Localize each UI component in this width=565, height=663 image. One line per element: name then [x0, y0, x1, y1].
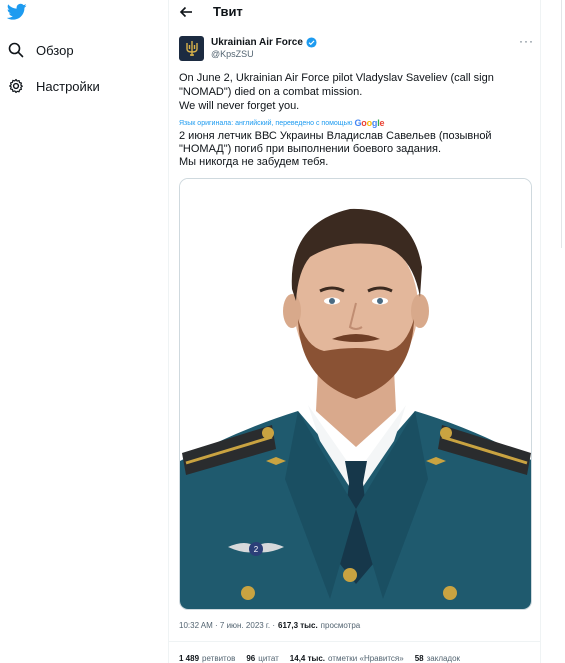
sidebar-item-explore[interactable]: Обзор [8, 38, 74, 62]
views-label: просмотра [320, 621, 361, 630]
translation-note[interactable]: Язык оригинала: английский, переведено с… [179, 118, 385, 128]
twitter-logo-icon[interactable] [7, 3, 27, 21]
tweet-meta: 10:32 AM · 7 июн. 2023 г. · 617,3 тыс. п… [179, 621, 360, 630]
scrollbar-track[interactable] [561, 0, 562, 248]
sidebar-item-label: Настройки [36, 78, 100, 94]
stat-label: отметки «Нравится» [328, 654, 404, 663]
trident-emblem-icon [185, 40, 198, 56]
tweet-text: On June 2, Ukrainian Air Force pilot Vla… [179, 71, 534, 113]
quotes-stat[interactable]: 96 цитат [246, 654, 278, 663]
sidebar-item-settings[interactable]: Настройки [8, 74, 100, 98]
translated-text-line: 2 июня летчик ВВС Украины Владислав Саве… [179, 130, 492, 155]
bookmarks-stat[interactable]: 58 закладок [415, 654, 460, 663]
tweet-text-line: We will never forget you. [179, 100, 300, 112]
stat-label: цитат [258, 654, 279, 663]
svg-text:2: 2 [254, 545, 259, 554]
author-name[interactable]: Ukrainian Air Force [211, 37, 317, 48]
page-title: Твит [213, 4, 243, 19]
pilot-portrait-image: 2 [180, 179, 531, 609]
tweet-photo[interactable]: 2 [179, 178, 532, 610]
avatar[interactable] [179, 36, 204, 61]
divider [169, 641, 542, 642]
stat-label: закладок [426, 654, 461, 663]
tweet-column: Твит Ukrainian Air Force @KpsZSU ··· On … [168, 0, 542, 663]
more-options-icon[interactable]: ··· [519, 34, 534, 48]
author-handle[interactable]: @KpsZSU [211, 49, 254, 59]
stat-number: 14,4 тыс. [289, 654, 326, 663]
sidebar-item-label: Обзор [36, 42, 74, 58]
gear-icon [9, 78, 23, 94]
search-icon [8, 42, 24, 58]
sidebar: Обзор Настройки [0, 0, 168, 663]
likes-stat[interactable]: 14,4 тыс. отметки «Нравится» [290, 654, 404, 663]
back-arrow-icon[interactable] [178, 4, 194, 20]
stat-label: ретвитов [202, 654, 236, 663]
tweet-header: Твит [169, 0, 542, 28]
translated-text: 2 июня летчик ВВС Украины Владислав Саве… [179, 130, 539, 169]
verified-badge-icon [306, 37, 317, 48]
tweet-stats: 1 489 ретвитов 96 цитат 14,4 тыс. отметк… [179, 654, 471, 663]
tweet-text-line: On June 2, Ukrainian Air Force pilot Vla… [179, 72, 494, 98]
author-name-text: Ukrainian Air Force [211, 37, 303, 48]
stat-number: 96 [246, 654, 256, 663]
views-count: 617,3 тыс. [278, 621, 318, 630]
meta-separator: · [270, 621, 275, 630]
translated-text-line: Мы никогда не забудем тебя. [179, 156, 329, 168]
tweet-timestamp[interactable]: 10:32 AM · 7 июн. 2023 г. [179, 621, 270, 630]
translation-note-text: Язык оригинала: английский, переведено с… [179, 119, 353, 127]
retweets-stat[interactable]: 1 489 ретвитов [179, 654, 235, 663]
stat-number: 1 489 [179, 654, 200, 663]
stat-number: 58 [414, 654, 424, 663]
google-logo: Google [354, 118, 385, 128]
